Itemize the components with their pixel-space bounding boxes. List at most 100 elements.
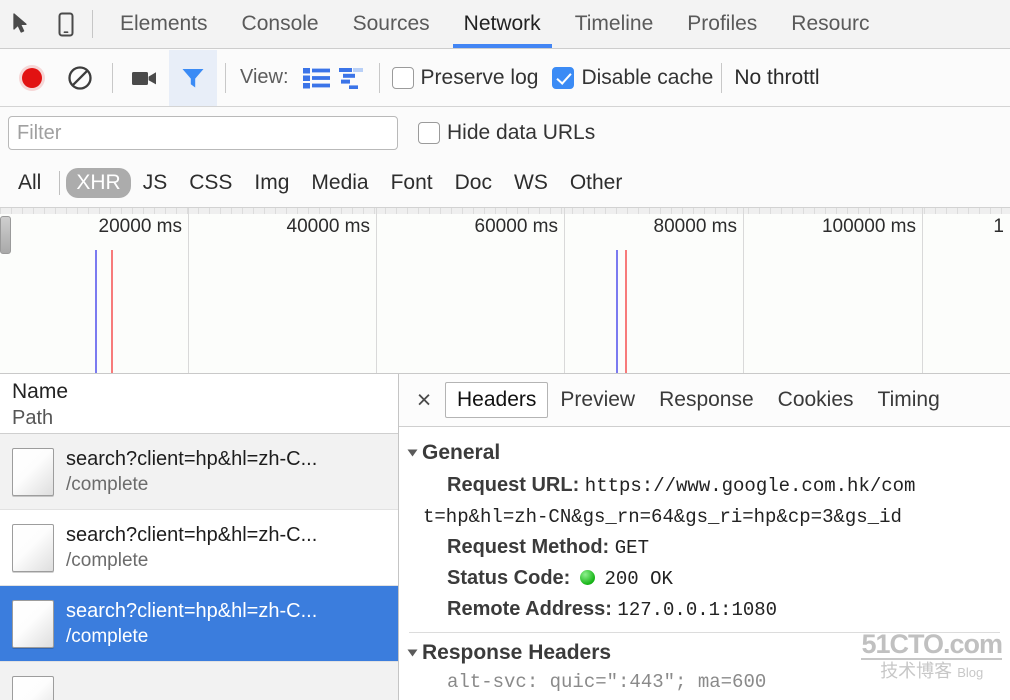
overview-tick: 1 (993, 216, 1004, 237)
request-path: /complete (66, 550, 149, 571)
request-method-row: Request Method: GET (447, 533, 1010, 562)
type-filter-img[interactable]: Img (244, 168, 299, 198)
status-code-key: Status Code: (447, 567, 571, 589)
document-icon (12, 447, 54, 496)
tab-cookies[interactable]: Cookies (766, 382, 866, 418)
disable-cache-checkbox[interactable]: Disable cache (552, 66, 713, 90)
response-header-first: alt-svc: quic=":443"; ma=600 (447, 671, 767, 693)
tab-sources[interactable]: Sources (336, 0, 447, 48)
overview-tick: 20000 ms (98, 216, 182, 237)
record-button[interactable] (8, 50, 56, 106)
type-filter-font[interactable]: Font (381, 168, 443, 198)
filter-bar: Hide data URLs (0, 107, 1010, 159)
network-lower-split: Name Path search?client=hp&hl=zh-C... /c… (0, 374, 1010, 700)
filter-input[interactable] (8, 116, 398, 150)
status-code-row: Status Code: 200 OK (447, 564, 1010, 593)
throttling-select[interactable]: No throttl (734, 66, 819, 90)
request-name: search?client=hp&hl=zh-C... (66, 600, 318, 622)
camera-button[interactable] (121, 50, 169, 106)
device-toggle-icon[interactable] (44, 1, 88, 47)
tab-elements[interactable]: Elements (103, 0, 225, 48)
tab-response[interactable]: Response (647, 382, 766, 418)
cursor-inspect-icon[interactable] (0, 1, 44, 47)
tab-headers[interactable]: Headers (445, 382, 549, 418)
overview-gridline (564, 208, 565, 373)
request-list-header[interactable]: Name Path (0, 374, 398, 434)
close-icon[interactable]: × (407, 383, 441, 417)
clear-button[interactable] (56, 50, 104, 106)
tab-console[interactable]: Console (225, 0, 336, 48)
general-section-toggle[interactable]: General (407, 441, 1010, 465)
overview-left-grabber[interactable] (0, 216, 11, 254)
general-section-title: General (422, 441, 501, 464)
type-filter-other[interactable]: Other (560, 168, 633, 198)
type-filter-bar: All XHR JS CSS Img Media Font Doc WS Oth… (0, 159, 1010, 208)
preserve-log-checkbox[interactable]: Preserve log (391, 65, 539, 90)
list-view-icon[interactable] (299, 58, 335, 98)
table-row[interactable] (0, 662, 398, 700)
remote-address-value: 127.0.0.1:1080 (617, 599, 778, 621)
request-method-key: Request Method: (447, 536, 610, 558)
devtools-tabbar: Elements Console Sources Network Timelin… (0, 0, 1010, 49)
hide-data-urls-label: Hide data URLs (447, 121, 596, 144)
column-header-name: Name (12, 380, 69, 403)
tab-profiles[interactable]: Profiles (670, 0, 774, 48)
disable-cache-label: Disable cache (581, 65, 714, 89)
domcontentloaded-line-2 (616, 250, 618, 373)
request-name: search?client=hp&hl=zh-C... (66, 524, 318, 546)
document-icon (12, 675, 54, 700)
preserve-log-label: Preserve log (420, 65, 539, 89)
overview-tick: 80000 ms (653, 216, 737, 237)
request-path: /complete (66, 474, 149, 495)
request-url-key: Request URL: (447, 474, 580, 496)
response-headers-section-toggle[interactable]: Response Headers (407, 641, 1010, 665)
network-toolbar: View: Preserve log Disable cache No thro… (0, 49, 1010, 107)
type-filter-divider (59, 171, 61, 195)
response-headers-title: Response Headers (422, 641, 612, 664)
type-filter-doc[interactable]: Doc (445, 168, 502, 198)
request-url-row: Request URL: https://www.google.com.hk/c… (447, 471, 1010, 500)
table-row[interactable]: search?client=hp&hl=zh-C... /complete (0, 510, 398, 586)
hide-data-urls-checkbox[interactable]: Hide data URLs (418, 121, 595, 145)
network-overview[interactable]: 20000 ms 40000 ms 60000 ms 80000 ms 1000… (0, 208, 1010, 374)
request-url-value-cont: t=hp&hl=zh-CN&gs_rn=64&gs_ri=hp&cp=3&gs_… (423, 506, 902, 528)
filter-button[interactable] (169, 49, 217, 106)
domcontentloaded-line (95, 250, 97, 373)
type-filter-media[interactable]: Media (301, 168, 378, 198)
waterfall-view-icon[interactable] (335, 58, 371, 98)
tab-timing[interactable]: Timing (866, 382, 952, 418)
detail-tabbar: × Headers Preview Response Cookies Timin… (399, 374, 1010, 427)
type-filter-js[interactable]: JS (133, 168, 178, 198)
tab-network[interactable]: Network (447, 0, 558, 48)
tab-resources[interactable]: Resourc (774, 0, 886, 48)
request-rows: search?client=hp&hl=zh-C... /complete se… (0, 434, 398, 700)
request-url-row-cont: t=hp&hl=zh-CN&gs_rn=64&gs_ri=hp&cp=3&gs_… (423, 502, 1010, 531)
green-status-dot (579, 570, 595, 585)
request-detail-panel: × Headers Preview Response Cookies Timin… (399, 374, 1010, 700)
hide-data-urls-box (418, 122, 440, 144)
disable-cache-box (552, 66, 575, 89)
tab-preview[interactable]: Preview (548, 382, 647, 418)
preserve-log-box (391, 66, 414, 89)
type-filter-all[interactable]: All (8, 168, 51, 198)
tab-timeline[interactable]: Timeline (558, 0, 671, 48)
overview-top-band (0, 208, 1010, 214)
type-filter-xhr[interactable]: XHR (66, 168, 131, 198)
column-header-path: Path (12, 407, 54, 429)
type-filter-ws[interactable]: WS (504, 168, 558, 198)
remote-address-key: Remote Address: (447, 598, 612, 620)
chevron-down-icon (407, 649, 418, 657)
remote-address-row: Remote Address: 127.0.0.1:1080 (447, 595, 1010, 624)
overview-gridline (743, 208, 744, 373)
toolbar-divider-2 (225, 62, 226, 93)
table-row[interactable]: search?client=hp&hl=zh-C... /complete (0, 434, 398, 510)
view-label: View: (240, 66, 289, 88)
type-filter-css[interactable]: CSS (179, 168, 242, 198)
overview-tick: 100000 ms (821, 216, 916, 237)
panel-tabs: Elements Console Sources Network Timelin… (103, 0, 887, 48)
toolbar-divider-1 (112, 62, 113, 93)
request-method-value: GET (614, 537, 649, 559)
load-event-line (111, 250, 113, 373)
overview-tick: 40000 ms (286, 216, 370, 237)
table-row-selected[interactable]: search?client=hp&hl=zh-C... /complete (0, 586, 398, 662)
